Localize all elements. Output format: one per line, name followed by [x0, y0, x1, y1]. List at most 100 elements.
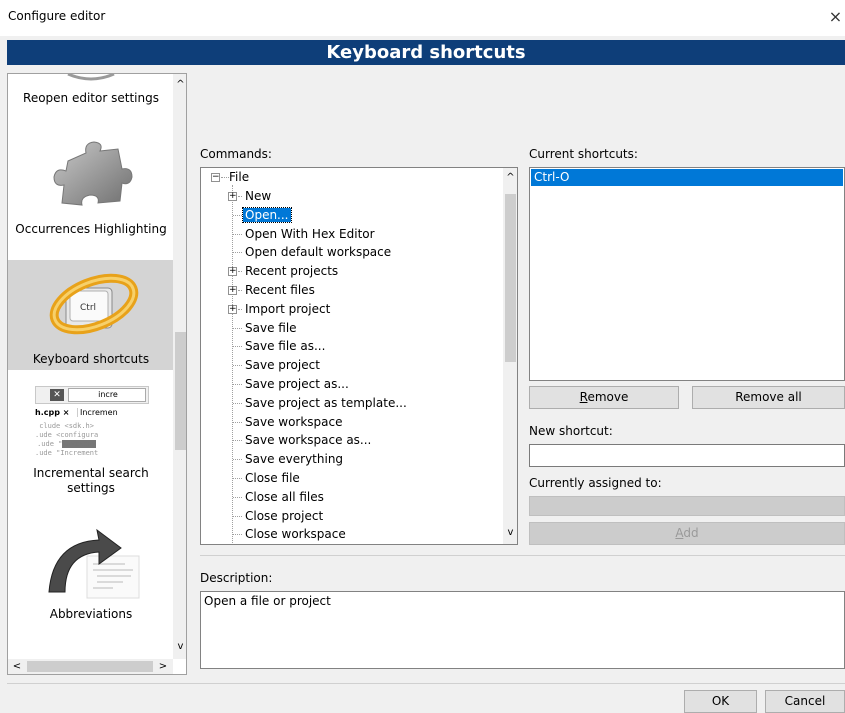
category-vertical-scrollbar[interactable]: ^ v [173, 74, 186, 659]
tree-item[interactable]: + Import project [227, 301, 332, 319]
scroll-thumb[interactable] [27, 661, 153, 672]
tree-item[interactable]: Open With Hex Editor [227, 226, 377, 244]
tree-item-label: New [245, 189, 272, 203]
remove-button[interactable]: Remove [529, 386, 679, 409]
category-label: Keyboard shortcuts [32, 352, 150, 366]
category-label: Incremental search [33, 466, 149, 480]
tree-item-label: Recent projects [245, 264, 339, 278]
category-label: Reopen editor settings [23, 91, 159, 105]
description-label: Description: [200, 571, 273, 585]
tree-item-label: Save file as... [245, 339, 326, 353]
category-incremental-search[interactable]: ✕ incre h.cpp × Incremen clude <sdk.h> .… [8, 379, 174, 509]
tree-item-label: Close all files [245, 490, 324, 504]
expand-icon[interactable]: + [228, 286, 237, 295]
collapse-icon[interactable]: − [211, 173, 220, 182]
tree-item[interactable]: Save workspace as... [227, 432, 373, 450]
scroll-down-icon[interactable]: v [173, 640, 186, 654]
ok-button[interactable]: OK [684, 690, 757, 713]
category-occurrences-highlighting[interactable]: Occurrences Highlighting [8, 129, 174, 254]
tree-item-label: Open With Hex Editor [245, 227, 375, 241]
close-icon[interactable]: × [826, 5, 845, 29]
shortcut-item[interactable]: Ctrl-O [531, 169, 843, 186]
tree-root-file[interactable]: − File [211, 169, 251, 187]
preview-tab: Incremen [77, 408, 118, 417]
add-button[interactable]: Add [529, 522, 845, 545]
tree-item[interactable]: + Recent files [227, 282, 317, 300]
divider [200, 555, 845, 556]
category-keyboard-shortcuts[interactable]: Ctrl Keyboard shortcuts [8, 260, 174, 370]
tree-item-label: Close workspace [245, 527, 346, 541]
tree-item-label: Save workspace [245, 415, 343, 429]
tree-item-label: Save everything [245, 452, 344, 466]
tree-item[interactable]: Save file [227, 320, 299, 338]
reopen-icon [67, 74, 115, 81]
commands-scrollbar[interactable]: ^ v [503, 168, 517, 544]
tree-item-label: Import project [245, 302, 331, 316]
tree-item[interactable]: Save project as... [227, 376, 351, 394]
clear-search-icon: ✕ [50, 389, 64, 401]
tree-item[interactable]: Open... [227, 207, 292, 225]
tree-item[interactable]: Save project as template... [227, 395, 409, 413]
cancel-button[interactable]: Cancel [765, 690, 845, 713]
tree-item[interactable]: Close all files [227, 489, 326, 507]
tree-item[interactable]: Close workspace [227, 526, 348, 544]
tree-item-label: Save project as... [245, 377, 349, 391]
commands-label: Commands: [200, 147, 272, 161]
tree-item[interactable]: + New [227, 188, 273, 206]
category-label: Abbreviations [49, 607, 133, 621]
tree-item[interactable]: Open default workspace [227, 244, 393, 262]
tree-item-label: Open default workspace [245, 245, 392, 259]
incremental-search-preview: ✕ incre h.cpp × Incremen clude <sdk.h> .… [33, 384, 151, 462]
category-reopen-editor-settings[interactable]: Reopen editor settings [8, 74, 174, 118]
category-abbreviations[interactable]: Abbreviations [8, 514, 174, 634]
currently-assigned-field [529, 496, 845, 516]
tree-item-label: Close file [245, 471, 300, 485]
tree-item[interactable]: Close project [227, 508, 325, 526]
new-shortcut-label: New shortcut: [529, 424, 613, 438]
abbreviations-icon [48, 528, 140, 599]
section-header: Keyboard shortcuts [7, 40, 845, 65]
current-shortcuts-label: Current shortcuts: [529, 147, 638, 161]
currently-assigned-label: Currently assigned to: [529, 476, 662, 490]
keyboard-ring-icon: Ctrl [49, 273, 139, 335]
expand-icon[interactable]: + [228, 305, 237, 314]
commands-tree[interactable]: − File + New Open... Open With Hex Editor Op… [200, 167, 518, 545]
key-ctrl-text: Ctrl [80, 303, 96, 313]
scroll-left-icon[interactable]: < [10, 659, 24, 674]
category-label: Occurrences Highlighting [15, 222, 167, 236]
tree-item-label: Save workspace as... [245, 433, 372, 447]
current-shortcuts-list[interactable]: Ctrl-O [529, 167, 845, 381]
scroll-right-icon[interactable]: > [156, 659, 170, 674]
scroll-up-icon[interactable]: ^ [173, 78, 186, 92]
title-bar: Configure editor × [0, 0, 845, 36]
tree-item-label: Save project [245, 358, 320, 372]
tree-item-label: Recent files [245, 283, 315, 297]
scroll-thumb[interactable] [175, 332, 186, 450]
tree-item[interactable]: Save project [227, 357, 322, 375]
scroll-down-icon[interactable]: v [503, 526, 517, 540]
tree-item[interactable]: + Recent projects [227, 263, 340, 281]
preview-tab: h.cpp × [35, 408, 70, 417]
puzzle-piece-icon [53, 141, 133, 206]
scroll-up-icon[interactable]: ^ [503, 171, 517, 185]
new-shortcut-input[interactable] [529, 444, 845, 467]
scroll-thumb[interactable] [505, 194, 516, 362]
expand-icon[interactable]: + [228, 267, 237, 276]
tree-item[interactable]: Save everything [227, 451, 345, 469]
category-list[interactable]: Reopen editor settings Occurrences Highl… [7, 73, 187, 675]
tree-item-label: Close project [245, 509, 324, 523]
category-label: settings [67, 481, 115, 495]
tree-item[interactable]: Save file as... [227, 338, 327, 356]
tree-item[interactable]: Close file [227, 470, 302, 488]
expand-icon[interactable]: + [228, 192, 237, 201]
preview-search-field: incre [68, 388, 146, 402]
remove-all-button[interactable]: Remove all [692, 386, 845, 409]
preview-code: clude <sdk.h> .ude <configura .ude "xxxx… [35, 422, 99, 457]
tree-item[interactable]: Save workspace [227, 414, 345, 432]
divider [7, 683, 845, 684]
tree-item-label: Save project as template... [245, 396, 407, 410]
tree-item-label: Open... [242, 207, 292, 223]
category-horizontal-scrollbar[interactable]: < > [8, 659, 173, 674]
window-title: Configure editor [8, 9, 106, 23]
description-box: Open a file or project [200, 591, 845, 669]
